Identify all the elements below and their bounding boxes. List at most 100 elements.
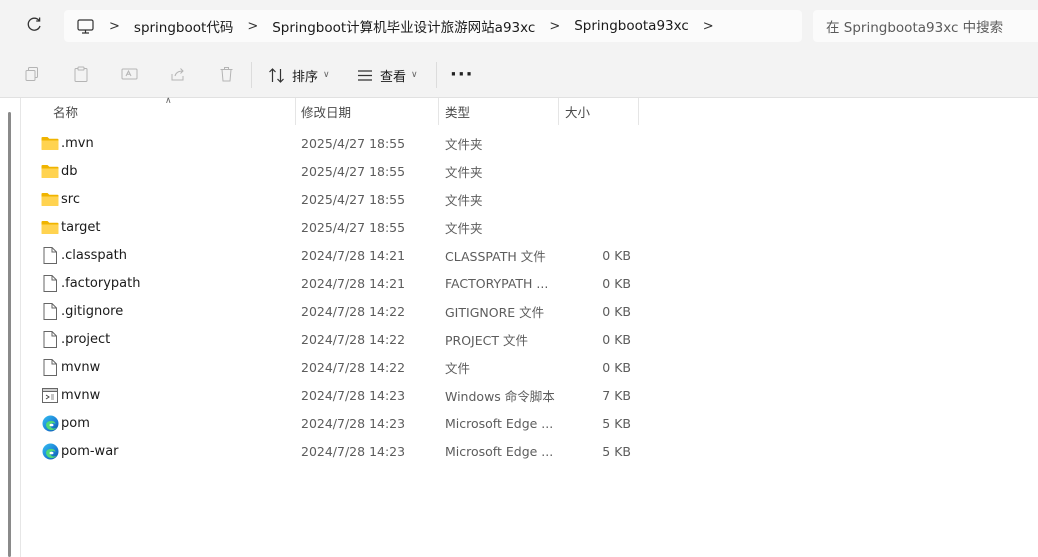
file-size — [561, 185, 631, 213]
file-name[interactable]: .project — [61, 325, 110, 353]
folder-icon — [41, 213, 59, 241]
refresh-icon[interactable] — [24, 15, 44, 35]
file-row[interactable]: .mvn 2025/4/27 18:55 文件夹 — [21, 129, 1038, 157]
chevron-down-icon: ∨ — [411, 70, 418, 80]
file-name[interactable]: pom — [61, 409, 90, 437]
script-icon — [41, 381, 59, 409]
view-button[interactable]: 查看 ∨ — [357, 63, 418, 87]
view-label: 查看 — [380, 69, 407, 85]
sort-button[interactable]: 排序 ∨ — [268, 63, 330, 87]
file-type: FACTORYPATH ... — [445, 275, 549, 291]
file-name[interactable]: pom-war — [61, 437, 119, 465]
file-name[interactable]: .classpath — [61, 241, 127, 269]
delete-icon[interactable] — [217, 65, 235, 83]
column-divider[interactable] — [438, 98, 439, 125]
share-icon[interactable] — [169, 65, 187, 83]
copy-icon[interactable] — [23, 65, 41, 83]
file-type: PROJECT 文件 — [445, 332, 528, 348]
file-row[interactable]: db 2025/4/27 18:55 文件夹 — [21, 157, 1038, 185]
column-divider[interactable] — [558, 98, 559, 125]
more-options-icon[interactable]: ··· — [450, 64, 474, 85]
folder-icon — [41, 185, 59, 213]
column-header-type[interactable]: 类型 — [445, 98, 470, 125]
file-type: 文件 — [445, 360, 471, 376]
file-type: GITIGNORE 文件 — [445, 304, 545, 320]
view-icon — [358, 69, 372, 81]
file-name[interactable]: .factorypath — [61, 269, 140, 297]
toolbar-divider — [436, 62, 437, 88]
column-header-name[interactable]: 名称 — [53, 98, 78, 125]
breadcrumb[interactable]: > springboot代码 > Springboot计算机毕业设计旅游网站a9… — [64, 10, 802, 42]
file-row[interactable]: .factorypath 2024/7/28 14:21 FACTORYPATH .… — [21, 269, 1038, 297]
column-header-size[interactable]: 大小 — [565, 98, 590, 125]
file-modified-date: 2025/4/27 18:55 — [301, 191, 406, 207]
file-row[interactable]: pom-war 2024/7/28 14:23 Microsoft Edge ...… — [21, 437, 1038, 465]
file-row[interactable]: src 2025/4/27 18:55 文件夹 — [21, 185, 1038, 213]
column-divider[interactable] — [638, 98, 639, 125]
file-type: Microsoft Edge ... — [445, 443, 554, 459]
file-size: 0 KB — [602, 303, 631, 319]
chevron-down-icon: ∨ — [323, 70, 330, 80]
file-size: 5 KB — [602, 443, 631, 459]
search-input[interactable]: 在 Springboota93xc 中搜索 — [813, 10, 1038, 42]
file-size: 5 KB — [602, 415, 631, 431]
file-type: 文件夹 — [445, 192, 483, 208]
chevron-right-icon[interactable]: > — [109, 19, 120, 34]
scrollbar[interactable] — [8, 112, 11, 557]
file-name[interactable]: .mvn — [61, 129, 94, 157]
file-row[interactable]: target 2025/4/27 18:55 文件夹 — [21, 213, 1038, 241]
file-type: 文件夹 — [445, 164, 483, 180]
file-type: 文件夹 — [445, 220, 483, 236]
file-name[interactable]: db — [61, 157, 78, 185]
file-size: 0 KB — [602, 275, 631, 291]
file-row[interactable]: .gitignore 2024/7/28 14:22 GITIGNORE 文件 0 K… — [21, 297, 1038, 325]
column-divider[interactable] — [295, 98, 296, 125]
file-icon — [41, 241, 59, 269]
file-modified-date: 2025/4/27 18:55 — [301, 219, 406, 235]
file-row[interactable]: mvnw 2024/7/28 14:22 文件 0 KB — [21, 353, 1038, 381]
sort-icon — [269, 67, 284, 83]
file-name[interactable]: mvnw — [61, 381, 100, 409]
file-modified-date: 2024/7/28 14:23 — [301, 415, 406, 431]
file-row[interactable]: .project 2024/7/28 14:22 PROJECT 文件 0 KB — [21, 325, 1038, 353]
file-modified-date: 2024/7/28 14:21 — [301, 247, 406, 263]
file-modified-date: 2025/4/27 18:55 — [301, 135, 406, 151]
file-size — [561, 213, 631, 241]
file-modified-date: 2024/7/28 14:21 — [301, 275, 406, 291]
file-row[interactable]: mvnw 2024/7/28 14:23 Windows 命令脚本 7 KB — [21, 381, 1038, 409]
folder-icon — [41, 157, 59, 185]
file-size — [561, 157, 631, 185]
address-bar: > springboot代码 > Springboot计算机毕业设计旅游网站a9… — [0, 0, 1038, 52]
file-type: 文件夹 — [445, 136, 483, 152]
file-size: 0 KB — [602, 359, 631, 375]
breadcrumb-item[interactable]: Springboota93xc — [574, 18, 689, 34]
rename-icon[interactable] — [120, 65, 138, 83]
file-modified-date: 2024/7/28 14:23 — [301, 443, 406, 459]
file-modified-date: 2024/7/28 14:22 — [301, 303, 406, 319]
file-icon — [41, 297, 59, 325]
column-header-date[interactable]: 修改日期 — [301, 98, 351, 125]
file-row[interactable]: pom 2024/7/28 14:23 Microsoft Edge ... 5 KB — [21, 409, 1038, 437]
file-row[interactable]: .classpath 2024/7/28 14:21 CLASSPATH 文件 0 K… — [21, 241, 1038, 269]
file-name[interactable]: .gitignore — [61, 297, 123, 325]
breadcrumb-item[interactable]: Springboot计算机毕业设计旅游网站a93xc — [272, 16, 535, 36]
file-size: 7 KB — [602, 387, 631, 403]
sort-label: 排序 — [292, 69, 319, 85]
file-modified-date: 2024/7/28 14:23 — [301, 387, 406, 403]
chevron-right-icon[interactable]: > — [549, 19, 560, 34]
chevron-right-icon[interactable]: > — [247, 19, 258, 34]
file-name[interactable]: mvnw — [61, 353, 100, 381]
file-icon — [41, 353, 59, 381]
this-pc-icon[interactable] — [77, 18, 95, 34]
file-icon — [41, 269, 59, 297]
chevron-right-icon[interactable]: > — [703, 19, 714, 34]
file-size — [561, 129, 631, 157]
edge-icon — [41, 437, 59, 465]
paste-icon[interactable] — [72, 65, 90, 83]
folder-icon — [41, 129, 59, 157]
breadcrumb-item[interactable]: springboot代码 — [134, 16, 233, 36]
sort-ascending-icon: ∧ — [165, 96, 172, 106]
file-name[interactable]: target — [61, 213, 101, 241]
file-name[interactable]: src — [61, 185, 80, 213]
file-size: 0 KB — [602, 247, 631, 263]
